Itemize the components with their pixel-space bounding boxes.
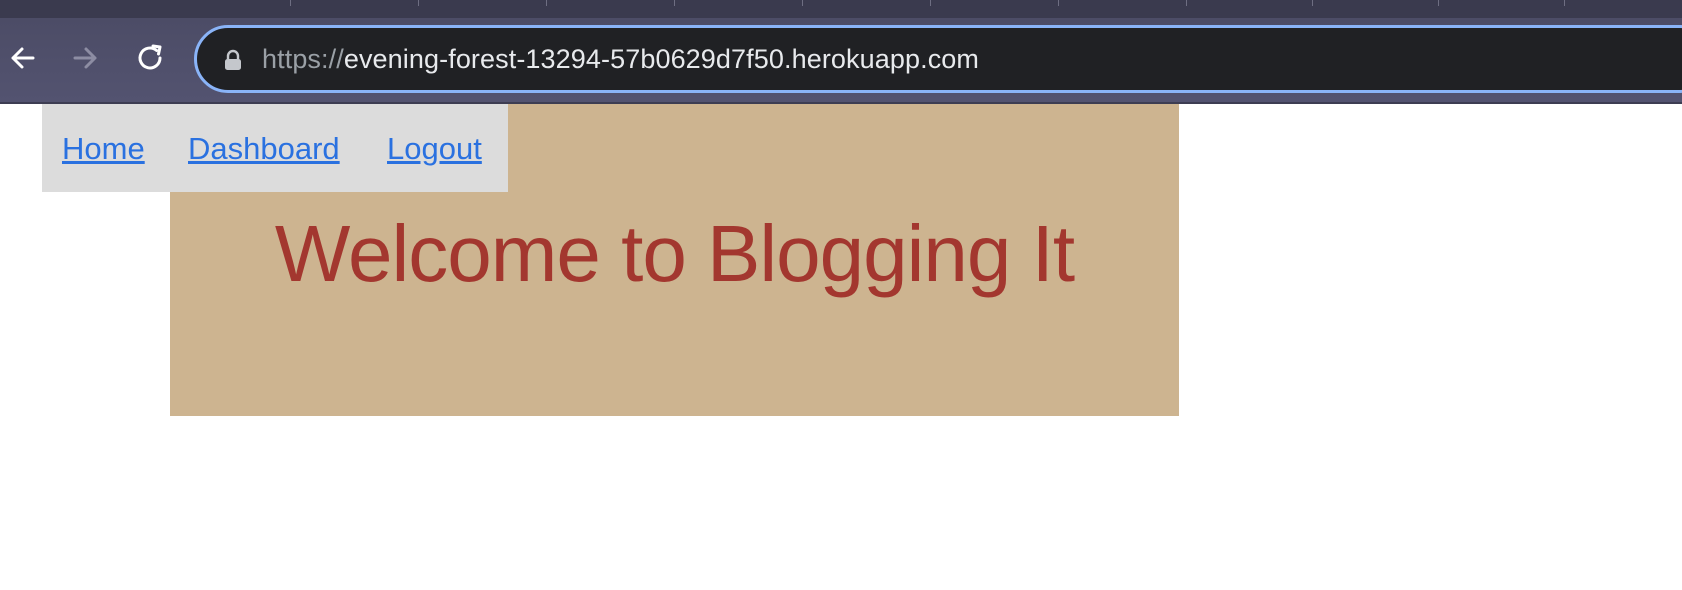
tab-separator [1186, 0, 1187, 6]
nav-link-home[interactable]: Home [62, 131, 145, 167]
tab-separator [418, 0, 419, 6]
tab-separator [1058, 0, 1059, 6]
url-text[interactable]: https://evening-forest-13294-57b0629d7f5… [262, 43, 979, 75]
nav-link-logout[interactable]: Logout [387, 131, 482, 167]
tab-separator [1312, 0, 1313, 6]
forward-button[interactable] [64, 36, 108, 80]
arrow-left-icon [11, 47, 35, 69]
address-bar[interactable]: https://evening-forest-13294-57b0629d7f5… [194, 25, 1682, 93]
tab-separator [930, 0, 931, 6]
tab-separator [546, 0, 547, 6]
reload-icon [138, 44, 162, 70]
url-host: evening-forest-13294-57b0629d7f50.heroku… [343, 44, 979, 74]
reload-button[interactable] [128, 36, 172, 80]
tab-separator [674, 0, 675, 6]
site-navbar: Home Dashboard Logout [42, 104, 508, 192]
back-button[interactable] [0, 36, 44, 80]
arrow-right-icon [73, 47, 97, 69]
browser-tabstrip [0, 0, 1682, 18]
page-title: Welcome to Blogging It [274, 209, 1075, 298]
tab-separator [1438, 0, 1439, 6]
url-scheme: https:// [262, 44, 344, 74]
nav-link-dashboard[interactable]: Dashboard [188, 131, 340, 167]
tab-separator [802, 0, 803, 6]
lock-icon[interactable] [223, 49, 243, 71]
tab-separator [290, 0, 291, 6]
tab-separator [1564, 0, 1565, 6]
